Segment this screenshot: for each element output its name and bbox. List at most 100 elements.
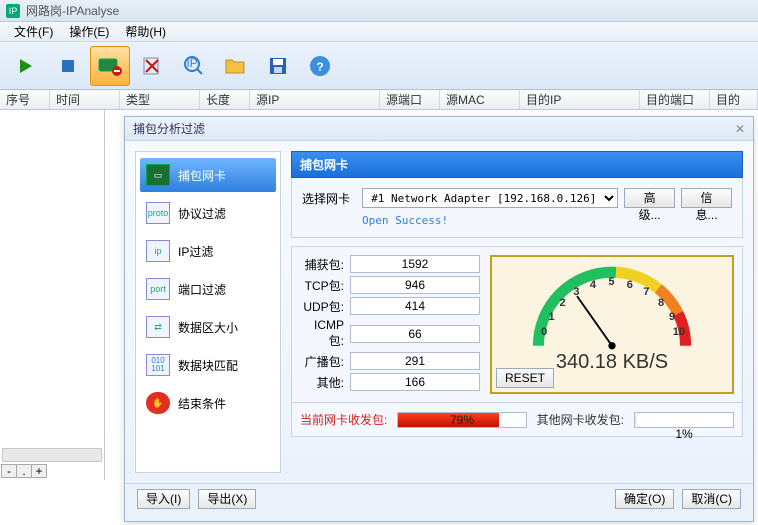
sidebar-item-label: 结束条件 [178, 395, 226, 412]
panel-header: 捕包网卡 [291, 151, 743, 178]
svg-text:4: 4 [590, 279, 597, 291]
sidebar-item-label: 数据区大小 [178, 319, 238, 336]
left-pane: - . + [0, 110, 105, 480]
stat-value-captured: 1592 [350, 255, 480, 273]
svg-text:7: 7 [643, 286, 649, 298]
stat-label: TCP包: [300, 277, 350, 294]
export-button[interactable]: 导出(X) [198, 489, 256, 509]
speed-value: 340.18 KB/S [556, 351, 668, 374]
sidebar-item-protocol[interactable]: proto 协议过滤 [140, 196, 276, 230]
sidebar-item-ip[interactable]: ipIP过滤 [140, 234, 276, 268]
stat-value-broadcast: 291 [350, 352, 480, 370]
sidebar-item-label: 协议过滤 [178, 205, 226, 222]
open-status: Open Success! [362, 214, 732, 227]
dialog-titlebar[interactable]: 捕包分析过滤 ✕ [125, 117, 753, 141]
stat-label: 捕获包: [300, 256, 350, 273]
import-button[interactable]: 导入(I) [137, 489, 190, 509]
svg-text:5: 5 [608, 276, 614, 288]
help-button[interactable]: ? [300, 46, 340, 86]
cancel-button[interactable]: 取消(C) [682, 489, 741, 509]
progress-section: 当前网卡收发包: 79% 其他网卡收发包: 1% [291, 403, 743, 437]
binary-icon: 010101 [146, 354, 170, 376]
speed-gauge: 0123 4567 8910 340.18 KB/S RESET [490, 255, 734, 394]
stat-label: ICMP包: [300, 318, 350, 349]
play-button[interactable] [6, 46, 46, 86]
zoom-in-button[interactable]: + [31, 464, 47, 478]
col-dstip[interactable]: 目的IP [520, 90, 640, 109]
sidebar-item-label: 端口过滤 [178, 281, 226, 298]
dialog-footer: 导入(I) 导出(X) 确定(O) 取消(C) [125, 483, 753, 513]
toolbar: IP ? [0, 42, 758, 90]
other-nic-fill [635, 413, 636, 427]
col-dst[interactable]: 目的 [710, 90, 758, 109]
stats-section: 捕获包:1592 TCP包:946 UDP包:414 ICMP包:66 广播包:… [291, 246, 743, 403]
svg-text:9: 9 [669, 311, 675, 323]
stat-value-icmp: 66 [350, 325, 480, 343]
svg-text:?: ? [316, 60, 323, 74]
current-nic-bar: 79% [397, 412, 526, 428]
current-nic-label: 当前网卡收发包: [300, 411, 387, 428]
svg-text:3: 3 [573, 286, 579, 298]
port-icon: port [146, 278, 170, 300]
current-nic-pct: 79% [398, 413, 525, 427]
col-srcport[interactable]: 源端口 [380, 90, 440, 109]
zoom-out-button[interactable]: - [1, 464, 17, 478]
titlebar: IP 网路岗-IPAnalyse [0, 0, 758, 22]
advanced-button[interactable]: 高级... [624, 188, 675, 208]
save-button[interactable] [258, 46, 298, 86]
stat-value-udp: 414 [350, 297, 480, 315]
stat-label: 其他: [300, 374, 350, 391]
open-folder-button[interactable] [216, 46, 256, 86]
col-type[interactable]: 类型 [120, 90, 200, 109]
zoom-reset-button[interactable]: . [16, 464, 32, 478]
delete-button[interactable] [132, 46, 172, 86]
sidebar-item-datablock[interactable]: 010101 数据块匹配 [140, 348, 276, 382]
menubar: 文件(F) 操作(E) 帮助(H) [0, 22, 758, 42]
sidebar-item-datasize[interactable]: ⇄数据区大小 [140, 310, 276, 344]
col-srcmac[interactable]: 源MAC [440, 90, 520, 109]
menu-help[interactable]: 帮助(H) [117, 21, 174, 42]
col-srcip[interactable]: 源IP [250, 90, 380, 109]
svg-text:0: 0 [541, 326, 547, 338]
sidebar-item-label: 数据块匹配 [178, 357, 238, 374]
stop-icon: ✋ [146, 392, 170, 414]
stat-label: 广播包: [300, 353, 350, 370]
ok-button[interactable]: 确定(O) [615, 489, 674, 509]
gauge-dial-icon: 0123 4567 8910 [512, 263, 712, 355]
stat-value-tcp: 946 [350, 276, 480, 294]
col-len[interactable]: 长度 [200, 90, 250, 109]
col-dstport[interactable]: 目的端口 [640, 90, 710, 109]
svg-text:IP: IP [186, 56, 197, 70]
svg-text:10: 10 [673, 326, 685, 338]
window-title: 网路岗-IPAnalyse [26, 2, 119, 19]
menu-file[interactable]: 文件(F) [6, 21, 61, 42]
capture-card-button[interactable] [90, 46, 130, 86]
dialog-title: 捕包分析过滤 [133, 120, 205, 137]
protocol-icon: proto [146, 202, 170, 224]
reset-button[interactable]: RESET [496, 368, 554, 388]
sidebar-item-port[interactable]: port 端口过滤 [140, 272, 276, 306]
info-button[interactable]: 信息... [681, 188, 732, 208]
sidebar-item-capture-nic[interactable]: ▭捕包网卡 [140, 158, 276, 192]
sidebar-item-endcond[interactable]: ✋ 结束条件 [140, 386, 276, 420]
horizontal-scrollbar[interactable] [2, 448, 102, 462]
stop-button[interactable] [48, 46, 88, 86]
stat-value-other: 166 [350, 373, 480, 391]
adapter-select[interactable]: #1 Network Adapter [192.168.0.126] [362, 188, 618, 208]
other-nic-pct: 1% [635, 427, 733, 441]
app-icon: IP [6, 4, 20, 18]
svg-text:1: 1 [549, 311, 555, 323]
svg-text:2: 2 [560, 297, 566, 309]
stats-table: 捕获包:1592 TCP包:946 UDP包:414 ICMP包:66 广播包:… [300, 255, 480, 394]
column-headers: 序号 时间 类型 长度 源IP 源端口 源MAC 目的IP 目的端口 目的 [0, 90, 758, 110]
col-time[interactable]: 时间 [50, 90, 120, 109]
menu-action[interactable]: 操作(E) [61, 21, 117, 42]
col-seq[interactable]: 序号 [0, 90, 50, 109]
adapter-section: 选择网卡 #1 Network Adapter [192.168.0.126] … [291, 178, 743, 238]
dialog-sidebar: ▭捕包网卡 proto 协议过滤 ipIP过滤 port 端口过滤 ⇄数据区大小 0… [135, 151, 281, 473]
other-nic-bar: 1% [634, 412, 734, 428]
close-icon[interactable]: ✕ [735, 122, 745, 136]
ip-icon: ip [146, 240, 170, 262]
ip-search-button[interactable]: IP [174, 46, 214, 86]
other-nic-label: 其他网卡收发包: [537, 411, 624, 428]
